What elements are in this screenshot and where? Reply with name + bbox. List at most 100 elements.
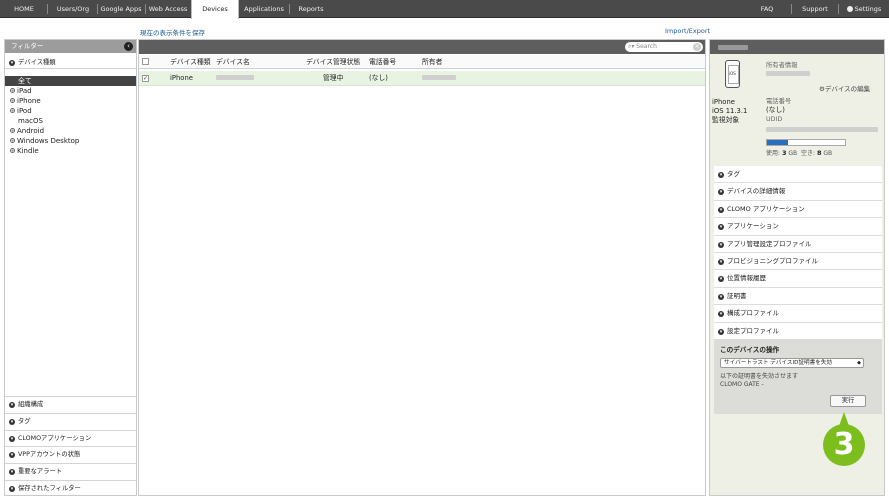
device-type-kindle[interactable]: + Kindle — [5, 146, 136, 156]
storage-usage-bar — [766, 139, 846, 146]
support-link[interactable]: Support — [798, 0, 832, 18]
device-type-all[interactable]: 全て — [5, 76, 136, 86]
table-row[interactable]: ✓ iPhone 管理中 (なし) — [139, 71, 705, 86]
usage-used-value: 3 — [781, 149, 787, 157]
device-operations: このデバイスの操作 サイバートラスト デバイスID証明書を失効 ◆ 以下の証明書… — [714, 340, 882, 414]
section-location-history[interactable]: ▾ 位置情報履歴 — [714, 270, 882, 288]
tab-applications[interactable]: Applications — [242, 0, 286, 18]
column-owner[interactable]: 所有者 — [422, 55, 442, 69]
cell-device-type: iPhone — [170, 74, 193, 82]
column-device-name[interactable]: デバイス名 — [216, 55, 250, 69]
section-configuration-profiles[interactable]: ▾ 構成プロファイル — [714, 305, 882, 323]
expand-icon[interactable]: + — [10, 148, 15, 153]
storage-usage-text: 使用: 3 GB 空き: 8 GB — [766, 148, 832, 157]
device-type-windows[interactable]: + Windows Desktop — [5, 136, 136, 146]
device-type-ipad[interactable]: + iPad — [5, 86, 136, 96]
redacted-device-title — [718, 45, 748, 50]
section-label: 位置情報履歴 — [727, 274, 766, 283]
filter-section-label: VPPアカウントの状態 — [18, 451, 81, 459]
filter-title: フィルター — [11, 42, 44, 50]
search-input[interactable]: ⌕▾ Search × — [625, 42, 703, 52]
section-provisioning-profiles[interactable]: ▾ プロビジョニングプロファイル — [714, 252, 882, 271]
chevron-down-icon: ▾ — [718, 311, 724, 318]
operation-select[interactable]: サイバートラスト デバイスID証明書を失効 ◆ — [720, 358, 864, 368]
operation-description-line: CLOMO GATE - — [720, 381, 764, 388]
device-type-label: Kindle — [17, 147, 39, 155]
table-header: デバイス種類 デバイス名 デバイス管理状態 電話番号 所有者 — [139, 55, 705, 69]
step-marker: 3 — [823, 412, 865, 466]
filter-section-tag[interactable]: ▾ タグ — [5, 412, 136, 430]
edit-device-label: デバイスの編集 — [824, 85, 871, 93]
save-view-link[interactable]: 現在の表示条件を保存 — [140, 27, 205, 37]
import-export-link[interactable]: Import/Export — [665, 27, 710, 35]
chevron-down-icon: ▾ — [9, 60, 15, 66]
cell-phone-number: (なし) — [369, 74, 388, 82]
section-certificates[interactable]: ▾ 証明書 — [714, 287, 882, 306]
section-tag[interactable]: ▾ タグ — [714, 166, 882, 184]
usage-unit: GB — [788, 150, 798, 157]
section-settings-profiles[interactable]: ▾ 設定プロファイル — [714, 322, 882, 340]
operation-description-line: 以下の証明書を失効させます — [720, 373, 799, 380]
storage-usage-fill — [767, 140, 789, 145]
tab-users-org[interactable]: Users/Org — [52, 0, 94, 18]
top-nav: HOME Users/Org Google Apps Web Access De… — [0, 0, 889, 19]
device-type-macos[interactable]: macOS — [5, 116, 136, 126]
tab-google-apps[interactable]: Google Apps — [100, 0, 142, 18]
redacted-owner-info — [766, 71, 810, 76]
device-type-label: Android — [17, 127, 45, 135]
column-device-type[interactable]: デバイス種類 — [170, 55, 211, 69]
collapse-panel-icon[interactable]: ‹ — [124, 42, 133, 51]
filter-section-clomo-apps[interactable]: ▾ CLOMOアプリケーション — [5, 429, 136, 447]
section-label: 設定プロファイル — [727, 326, 779, 335]
nav-separator — [47, 4, 48, 14]
settings-link[interactable]: Settings — [843, 0, 885, 18]
filter-section-label: 保存されたフィルター — [18, 484, 81, 492]
tab-home[interactable]: HOME — [6, 0, 42, 18]
tab-reports[interactable]: Reports — [292, 0, 330, 18]
expand-icon[interactable]: + — [10, 88, 15, 93]
section-label: CLOMO アプリケーション — [727, 204, 805, 213]
filter-section-label: 重要なアラート — [18, 468, 63, 476]
tab-devices[interactable]: Devices — [191, 0, 239, 19]
section-device-details[interactable]: ▾ デバイスの詳細情報 — [714, 183, 882, 201]
filter-section-org[interactable]: ▾ 組織構成 — [5, 396, 136, 413]
chevron-down-icon: ▾ — [9, 402, 15, 408]
device-type-ipod[interactable]: + iPod — [5, 106, 136, 116]
device-model: iPhone — [712, 98, 735, 106]
filter-section-alerts[interactable]: ▾ 重要なアラート — [5, 463, 136, 480]
expand-icon[interactable]: + — [10, 128, 15, 133]
expand-icon[interactable]: + — [10, 138, 15, 143]
phone-value: (なし) — [766, 106, 785, 114]
device-type-android[interactable]: + Android — [5, 126, 136, 136]
chevron-down-icon: ▾ — [718, 276, 724, 283]
detail-sections: ▾ タグ ▾ デバイスの詳細情報 ▾ CLOMO アプリケーション ▾ アプリケーション… — [714, 166, 882, 340]
cell-management-status: 管理中 — [323, 74, 344, 82]
select-all-checkbox[interactable] — [142, 58, 149, 65]
column-management-status[interactable]: デバイス管理状態 — [306, 55, 360, 69]
section-clomo-apps[interactable]: ▾ CLOMO アプリケーション — [714, 200, 882, 219]
tab-web-access[interactable]: Web Access — [148, 0, 188, 18]
expand-icon[interactable]: + — [10, 98, 15, 103]
edit-device-link[interactable]: ⚙デバイスの編集 — [819, 83, 870, 93]
section-label: デバイスの詳細情報 — [727, 187, 786, 196]
device-type-header[interactable]: ▾ デバイス種類 — [5, 56, 136, 69]
row-checkbox[interactable]: ✓ — [142, 75, 149, 82]
device-type-iphone[interactable]: + iPhone — [5, 96, 136, 106]
device-type-label: iPod — [17, 107, 32, 115]
usage-free-label: 空き: — [801, 150, 816, 157]
clear-search-icon[interactable]: × — [693, 43, 701, 51]
device-detail-header — [710, 40, 884, 54]
cell-device-name — [216, 71, 254, 86]
filter-panel: フィルター ‹ ▾ デバイス種類 全て + iPad + iPhone + iPod m… — [4, 39, 137, 496]
device-summary: iPhone iOS 11.3.1 監視対象 — [712, 98, 747, 125]
filter-section-vpp[interactable]: ▾ VPPアカウントの状態 — [5, 446, 136, 463]
chevron-down-icon: ▾ — [9, 485, 15, 492]
execute-button[interactable]: 実行 — [830, 395, 866, 407]
section-applications[interactable]: ▾ アプリケーション — [714, 218, 882, 236]
filter-section-saved[interactable]: ▾ 保存されたフィルター — [5, 479, 136, 497]
filter-sections: ▾ 組織構成 ▾ タグ ▾ CLOMOアプリケーション ▾ VPPアカウントの状態 ▾ 重… — [5, 396, 136, 497]
section-app-config-profiles[interactable]: ▾ アプリ管理設定プロファイル — [714, 235, 882, 253]
expand-icon[interactable]: + — [10, 108, 15, 113]
column-phone-number[interactable]: 電話番号 — [369, 55, 396, 69]
faq-link[interactable]: FAQ — [754, 0, 780, 18]
